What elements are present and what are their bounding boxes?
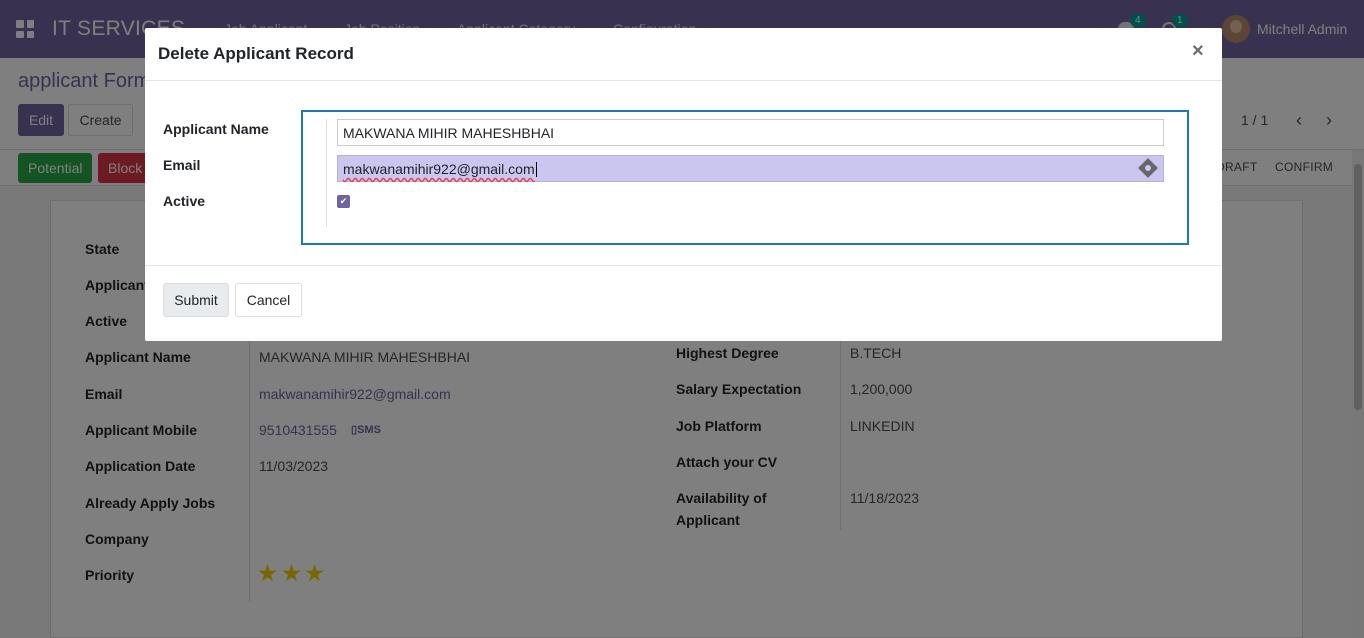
email-input[interactable]: makwanamihir922@gmail.com <box>337 155 1164 182</box>
cancel-button[interactable]: Cancel <box>235 283 302 317</box>
modal-label-email: Email <box>163 157 201 173</box>
modal-header: Delete Applicant Record × <box>145 28 1222 81</box>
active-checkbox[interactable]: ✔ <box>337 195 350 208</box>
autofill-key-icon[interactable] <box>1138 158 1158 178</box>
modal-divider <box>326 119 327 227</box>
submit-button[interactable]: Submit <box>163 283 229 317</box>
applicant-name-input[interactable]: MAKWANA MIHIR MAHESHBHAI <box>337 119 1164 146</box>
modal-label-active: Active <box>163 193 206 209</box>
close-icon[interactable]: × <box>1192 40 1204 63</box>
modal-footer: Submit Cancel <box>145 265 1222 341</box>
text-caret <box>535 162 537 177</box>
delete-applicant-dialog: Delete Applicant Record × Applicant Name… <box>145 28 1222 341</box>
modal-title: Delete Applicant Record <box>158 44 354 63</box>
email-input-value: makwanamihir922@gmail.com <box>343 161 535 177</box>
modal-label-applicant-name: Applicant Name <box>163 121 269 137</box>
